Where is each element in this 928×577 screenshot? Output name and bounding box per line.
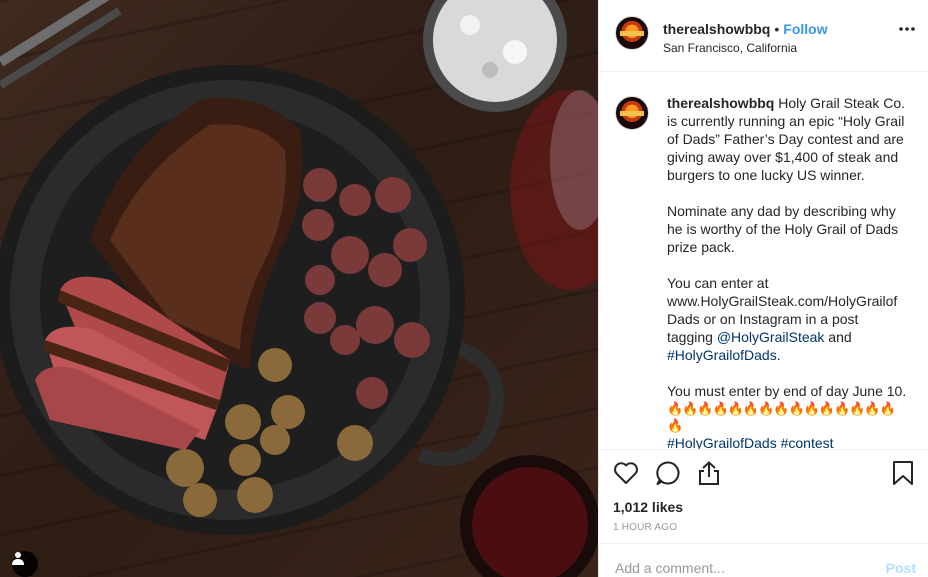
steak-photo-illustration <box>0 0 598 577</box>
post-side-panel: therealshowbbq • Follow San Francisco, C… <box>598 0 928 577</box>
likes-count[interactable]: 1,012 likes <box>613 498 914 516</box>
header-meta: therealshowbbq • Follow San Francisco, C… <box>663 20 828 56</box>
post-actions: 1,012 likes 1 HOUR AGO <box>599 449 928 543</box>
caption-avatar[interactable] <box>615 96 649 130</box>
separator-dot: • <box>774 21 780 37</box>
user-tag-icon[interactable] <box>12 551 38 577</box>
comments-section[interactable]: therealshowbbq Holy Grail Steak Co. is c… <box>599 72 928 449</box>
ellipsis-icon[interactable] <box>898 26 916 32</box>
comment-icon[interactable] <box>655 460 681 486</box>
comment-input[interactable]: Add a comment... <box>615 559 725 577</box>
heart-icon[interactable] <box>613 461 639 485</box>
flame-emojis: 🔥🔥🔥🔥🔥🔥🔥🔥🔥🔥🔥🔥🔥🔥🔥🔥 <box>667 401 896 433</box>
username-link[interactable]: therealshowbbq <box>663 20 770 38</box>
caption-paragraph-3-mid: and <box>824 329 852 345</box>
post-photo[interactable] <box>0 0 598 577</box>
follow-button[interactable]: Follow <box>783 20 827 38</box>
caption: therealshowbbq Holy Grail Steak Co. is c… <box>615 94 912 449</box>
hashtag-link[interactable]: #HolyGrailofDads <box>667 347 777 363</box>
caption-paragraph-2: Nominate any dad by describing why he is… <box>667 203 899 255</box>
caption-paragraph-3-end: . <box>776 347 781 363</box>
post-comment-button[interactable]: Post <box>886 559 916 577</box>
mention-link[interactable]: @HolyGrailSteak <box>717 329 825 345</box>
post-header: therealshowbbq • Follow San Francisco, C… <box>599 0 928 72</box>
caption-paragraph-4: You must enter by end of day June 10. <box>667 383 907 399</box>
caption-text: therealshowbbq Holy Grail Steak Co. is c… <box>667 94 907 449</box>
add-comment-bar: Add a comment... Post <box>599 543 928 577</box>
avatar[interactable] <box>615 16 649 50</box>
partial-hashtags[interactable]: #HolyGrailofDads #contest <box>667 434 907 449</box>
caption-username[interactable]: therealshowbbq <box>667 95 774 111</box>
share-icon[interactable] <box>697 460 721 486</box>
bookmark-icon[interactable] <box>892 460 914 491</box>
location-link[interactable]: San Francisco, California <box>663 40 828 56</box>
instagram-post: therealshowbbq • Follow San Francisco, C… <box>0 0 928 577</box>
post-timestamp[interactable]: 1 HOUR AGO <box>613 522 914 533</box>
